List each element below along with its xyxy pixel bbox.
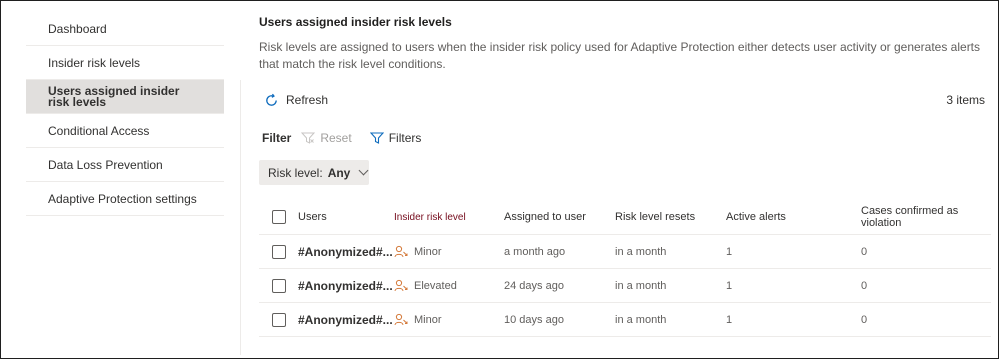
risk-level-dropdown[interactable]: Risk level: Any bbox=[259, 160, 369, 185]
column-header-resets[interactable]: Risk level resets bbox=[615, 211, 726, 223]
filters-label: Filters bbox=[388, 131, 422, 145]
refresh-button[interactable]: Refresh bbox=[264, 93, 328, 108]
sidebar-item-label: Dashboard bbox=[48, 21, 107, 36]
user-name: #Anonymized#... bbox=[298, 244, 393, 259]
refresh-label: Refresh bbox=[286, 93, 329, 107]
column-header-insider-risk-level[interactable]: Insider risk level bbox=[394, 212, 504, 223]
filter-bar: Filter Reset Filters bbox=[262, 130, 421, 146]
sidebar-item-insider-risk-levels[interactable]: Insider risk levels bbox=[26, 46, 224, 80]
sidebar-item-data-loss-prevention[interactable]: Data Loss Prevention bbox=[26, 148, 224, 182]
reset-time: in a month bbox=[615, 313, 667, 326]
filters-button[interactable]: Filters bbox=[369, 131, 422, 145]
user-risk-icon bbox=[394, 245, 408, 257]
sidebar-divider bbox=[240, 80, 241, 355]
row-checkbox[interactable] bbox=[271, 278, 286, 293]
table-row[interactable]: #Anonymized#... Minor a month ago in a m… bbox=[259, 235, 991, 269]
reset-filter-icon bbox=[301, 132, 316, 144]
sidebar-item-users-assigned[interactable]: Users assigned insider risk levels bbox=[26, 80, 224, 114]
risk-level-value: Any bbox=[327, 165, 351, 180]
active-alerts-count: 1 bbox=[726, 245, 733, 258]
sidebar-item-dashboard[interactable]: Dashboard bbox=[26, 12, 224, 46]
select-all-checkbox[interactable] bbox=[271, 210, 286, 224]
column-header-active-alerts[interactable]: Active alerts bbox=[726, 211, 861, 223]
user-risk-icon bbox=[394, 279, 408, 291]
cases-count: 0 bbox=[861, 245, 868, 258]
sidebar-item-label: Conditional Access bbox=[48, 123, 150, 138]
risk-level-label: Risk level: bbox=[268, 165, 323, 180]
column-header-users[interactable]: Users bbox=[298, 211, 394, 223]
chevron-down-icon bbox=[358, 165, 369, 176]
user-name: #Anonymized#... bbox=[298, 312, 393, 327]
reset-button[interactable]: Reset bbox=[301, 131, 352, 145]
column-header-assigned[interactable]: Assigned to user bbox=[504, 211, 615, 223]
filter-label: Filter bbox=[262, 131, 292, 145]
risk-level: Minor bbox=[414, 313, 442, 326]
table-row[interactable]: #Anonymized#... Elevated 24 days ago in … bbox=[259, 269, 991, 303]
main-content: Users assigned insider risk levels Risk … bbox=[259, 12, 989, 73]
items-count: 3 items bbox=[946, 93, 985, 107]
row-checkbox[interactable] bbox=[271, 244, 286, 259]
user-name: #Anonymized#... bbox=[298, 278, 393, 293]
sidebar-item-label: Adaptive Protection settings bbox=[48, 191, 197, 206]
sidebar: Dashboard Insider risk levels Users assi… bbox=[26, 12, 224, 216]
assigned-time: 24 days ago bbox=[504, 279, 564, 292]
filter-icon bbox=[369, 132, 384, 144]
cases-count: 0 bbox=[861, 313, 868, 326]
page-description: Risk levels are assigned to users when t… bbox=[259, 40, 981, 71]
table-header-row: Users Insider risk level Assigned to use… bbox=[259, 200, 991, 235]
reset-label: Reset bbox=[320, 131, 352, 145]
assigned-time: 10 days ago bbox=[504, 313, 564, 326]
risk-level: Elevated bbox=[414, 279, 457, 292]
reset-time: in a month bbox=[615, 279, 667, 292]
sidebar-item-adaptive-protection-settings[interactable]: Adaptive Protection settings bbox=[26, 182, 224, 216]
reset-time: in a month bbox=[615, 245, 667, 258]
risk-level: Minor bbox=[414, 245, 442, 258]
cases-count: 0 bbox=[861, 279, 868, 292]
assigned-time: a month ago bbox=[504, 245, 566, 258]
refresh-icon bbox=[266, 93, 277, 106]
sidebar-item-label: Users assigned insider risk levels bbox=[48, 83, 180, 109]
users-table: Users Insider risk level Assigned to use… bbox=[259, 200, 991, 337]
column-header-cases[interactable]: Cases confirmed as violation bbox=[861, 205, 991, 229]
sidebar-item-label: Insider risk levels bbox=[48, 55, 141, 70]
table-row[interactable]: #Anonymized#... Minor 10 days ago in a m… bbox=[259, 303, 991, 337]
sidebar-item-label: Data Loss Prevention bbox=[48, 157, 163, 172]
user-risk-icon bbox=[394, 313, 408, 325]
sidebar-item-conditional-access[interactable]: Conditional Access bbox=[26, 114, 224, 148]
command-bar: Refresh 3 items bbox=[264, 91, 989, 109]
page-title: Users assigned insider risk levels bbox=[259, 15, 452, 29]
active-alerts-count: 1 bbox=[726, 279, 733, 292]
active-alerts-count: 1 bbox=[726, 313, 733, 326]
row-checkbox[interactable] bbox=[271, 312, 286, 327]
